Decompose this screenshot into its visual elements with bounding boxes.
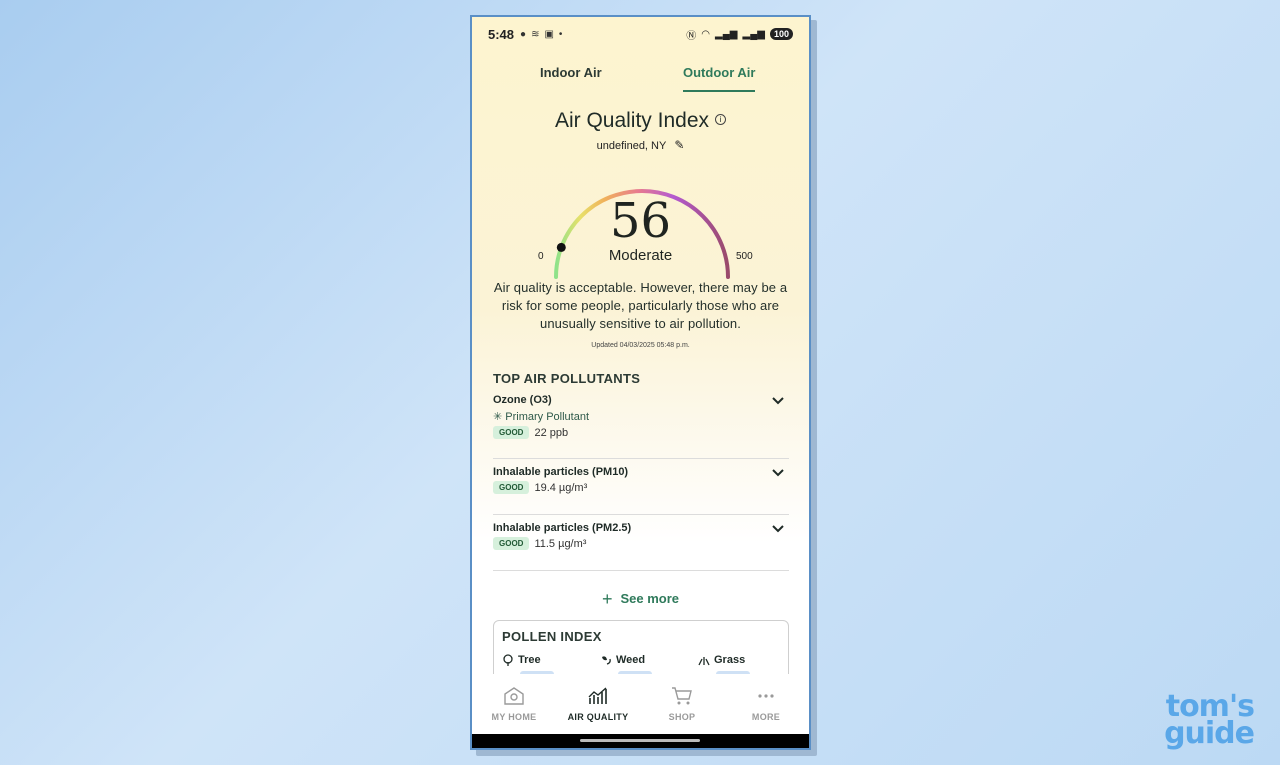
chart-bars-icon (588, 687, 607, 704)
nav-shop[interactable]: SHOP (640, 686, 724, 722)
info-icon[interactable]: i (715, 113, 727, 125)
location-text: undefined, NY (596, 140, 667, 152)
home-indicator[interactable] (580, 739, 700, 742)
pollutant-value: 11.5 µg/m³ (534, 537, 587, 550)
aqi-description: Air quality is acceptable. However, ther… (493, 280, 788, 331)
nav-label: AIR QUALITY (567, 712, 629, 722)
toms-guide-logo: tom's guide (1164, 692, 1255, 751)
nav-air-quality[interactable]: AIR QUALITY (556, 686, 640, 722)
weed-icon (602, 656, 611, 665)
tree-icon (503, 654, 513, 666)
see-more-label: See more (620, 591, 680, 606)
pollen-item-tree: Tree (502, 654, 541, 666)
grass-icon (698, 657, 710, 666)
aqi-category: Moderate (608, 247, 673, 264)
gauge-min: 0 (538, 251, 544, 262)
pollutant-reading: GOOD 11.5 µg/m³ (493, 537, 789, 550)
aqi-value: 56 (609, 193, 672, 249)
pollen-item-weed: Weed (600, 654, 645, 666)
pollutant-reading: GOOD 22 ppb (493, 426, 789, 439)
cart-icon (672, 687, 692, 705)
plus-icon: + (601, 589, 613, 609)
dot-icon: • (558, 28, 563, 40)
pollen-label: Grass (714, 654, 746, 666)
updated-timestamp: Updated 04/03/2025 05:48 p.m. (591, 342, 690, 349)
edit-pencil-icon[interactable]: ✎ (674, 138, 684, 152)
tab-outdoor-air[interactable]: Outdoor Air (683, 65, 756, 92)
battery-icon: 100 (769, 28, 793, 40)
cell-signal-2-icon: ▂▄▆ (742, 28, 765, 40)
status-badge: GOOD (493, 426, 530, 439)
pollutants-title: TOP AIR POLLUTANTS (493, 371, 641, 386)
location-row: undefined, NY ✎ (472, 138, 809, 152)
status-bar: 5:48 ● ≋ ▣ • Ⓝ ◠ ▂▄▆ ▂▄▆ 100 (488, 25, 793, 43)
pollutant-item[interactable]: Inhalable particles (PM2.5) GOOD 11.5 µg… (493, 522, 789, 571)
image-icon: ▣ (544, 28, 554, 40)
chevron-down-icon[interactable] (771, 396, 785, 406)
signal-notif-icon: ≋ (531, 28, 540, 40)
system-home-bar (472, 734, 809, 748)
pollutant-item[interactable]: Inhalable particles (PM10) GOOD 19.4 µg/… (493, 466, 789, 515)
chevron-down-icon[interactable] (771, 524, 785, 534)
pollen-item-grass: Grass (698, 654, 745, 666)
primary-pollutant-label: ✳ Primary Pollutant (493, 411, 590, 423)
cell-signal-icon: ▂▄▆ (715, 28, 738, 40)
pollen-label: Tree (518, 654, 541, 666)
phone-frame: 5:48 ● ≋ ▣ • Ⓝ ◠ ▂▄▆ ▂▄▆ 100 Indoor Air … (470, 15, 811, 750)
air-tabs: Indoor Air Outdoor Air (472, 65, 809, 95)
gauge-max: 500 (736, 251, 753, 262)
nav-label: MORE (751, 712, 781, 722)
nav-my-home[interactable]: MY HOME (472, 686, 556, 722)
status-time: 5:48 (488, 26, 515, 42)
pollutant-value: 22 ppb (534, 426, 569, 439)
nav-label: MY HOME (491, 712, 537, 722)
pollutant-name: Ozone (O3) (493, 394, 552, 406)
nfc-icon: Ⓝ (686, 30, 697, 42)
logo-line-2: guide (1164, 716, 1255, 751)
pollutant-name: Inhalable particles (PM2.5) (493, 522, 632, 534)
pollutant-name: Inhalable particles (PM10) (493, 466, 629, 478)
bottom-nav: MY HOME AIR QUALITY SHOP MORE (472, 674, 809, 734)
chevron-down-icon[interactable] (771, 468, 785, 478)
status-right: Ⓝ ◠ ▂▄▆ ▂▄▆ 100 (686, 27, 793, 42)
see-more-button[interactable]: + See more (472, 587, 809, 609)
pollutant-reading: GOOD 19.4 µg/m³ (493, 481, 789, 494)
status-badge: GOOD (493, 481, 530, 494)
tab-indoor-air[interactable]: Indoor Air (540, 65, 602, 80)
page-title: Air Quality Index i (472, 109, 809, 133)
app-screen: 5:48 ● ≋ ▣ • Ⓝ ◠ ▂▄▆ ▂▄▆ 100 Indoor Air … (472, 17, 809, 748)
pollen-label: Weed (616, 654, 646, 666)
pollen-title: POLLEN INDEX (502, 629, 602, 644)
status-badge: GOOD (493, 537, 530, 550)
notification-icon: ● (520, 28, 527, 40)
pollutant-value: 19.4 µg/m³ (534, 481, 588, 494)
pollutant-item[interactable]: Ozone (O3) ✳ Primary Pollutant GOOD 22 p… (493, 394, 789, 459)
page-title-text: Air Quality Index (554, 109, 710, 132)
nav-label: SHOP (668, 712, 696, 722)
wifi-icon: ◠ (701, 28, 711, 40)
nav-more[interactable]: MORE (724, 686, 808, 722)
more-dots-icon (758, 694, 774, 698)
home-icon (504, 687, 524, 705)
